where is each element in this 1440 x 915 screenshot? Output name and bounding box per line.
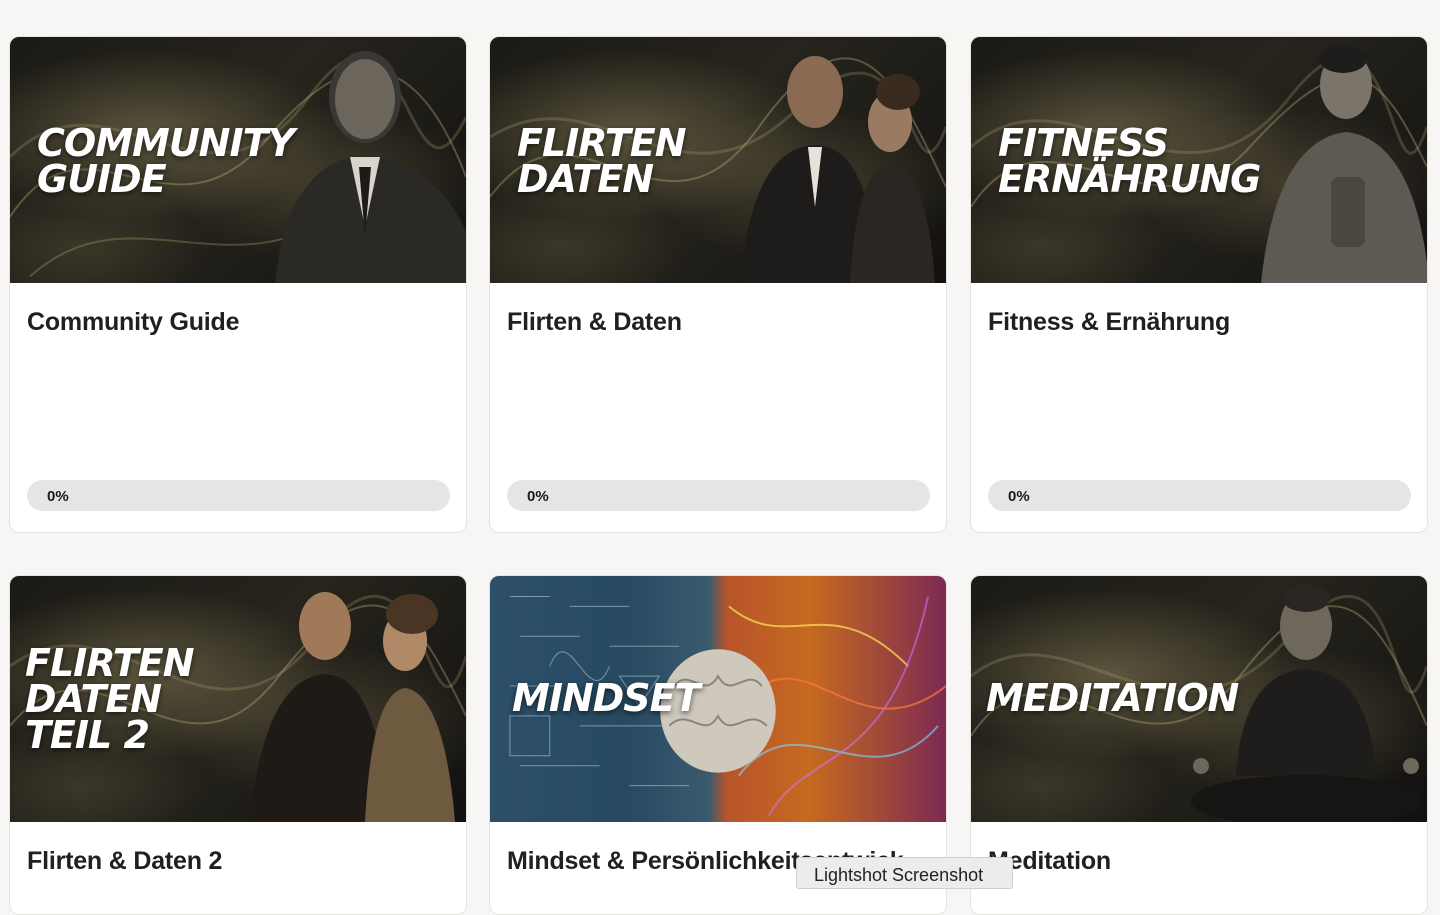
- course-title[interactable]: Fitness & Ernährung: [988, 308, 1230, 337]
- course-card-meditation[interactable]: MEDITATION Meditation: [970, 575, 1428, 915]
- course-thumbnail[interactable]: FLIRTEN DATEN TEIL 2: [10, 576, 466, 822]
- course-thumbnail[interactable]: MINDSET: [490, 576, 946, 822]
- progress-label: 0%: [527, 488, 549, 505]
- thumbnail-title: FLIRTEN DATEN TEIL 2: [25, 641, 195, 757]
- course-title[interactable]: Community Guide: [27, 308, 239, 337]
- course-thumbnail[interactable]: MEDITATION: [971, 576, 1427, 822]
- course-title[interactable]: Flirten & Daten 2: [27, 847, 222, 876]
- course-progress-bar: 0%: [507, 480, 930, 511]
- couple-embracing-image: [740, 56, 935, 283]
- course-thumbnail[interactable]: FLIRTEN DATEN: [490, 37, 946, 283]
- thumbnail-title: MINDSET: [512, 676, 701, 720]
- course-progress-bar: 0%: [988, 480, 1411, 511]
- course-card-flirten-daten-2[interactable]: FLIRTEN DATEN TEIL 2 Flirten & Daten 2: [9, 575, 467, 915]
- course-card-flirten-daten[interactable]: FLIRTEN DATEN Flirten & Daten 0%: [489, 36, 947, 533]
- muscular-man-image: [1261, 45, 1427, 283]
- course-thumbnail[interactable]: FITNESS ERNÄHRUNG: [971, 37, 1427, 283]
- course-card-community-guide[interactable]: COMMUNITY GUIDE Community Guide 0%: [9, 36, 467, 533]
- course-title[interactable]: Flirten & Daten: [507, 308, 682, 337]
- course-card-fitness-ernaehrung[interactable]: FITNESS ERNÄHRUNG Fitness & Ernährung 0%: [970, 36, 1428, 533]
- course-grid: COMMUNITY GUIDE Community Guide 0% FLIRT…: [0, 0, 1440, 915]
- lightshot-tooltip: Lightshot Screenshot: [796, 857, 1013, 889]
- thumbnail-title: FITNESS ERNÄHRUNG: [998, 121, 1261, 201]
- course-thumbnail[interactable]: COMMUNITY GUIDE: [10, 37, 466, 283]
- progress-label: 0%: [1008, 488, 1030, 505]
- thumbnail-title: FLIRTEN DATEN: [517, 121, 687, 201]
- couple-dancing-image: [250, 592, 455, 822]
- course-progress-bar: 0%: [27, 480, 450, 511]
- thumbnail-title: MEDITATION: [986, 676, 1239, 720]
- progress-label: 0%: [47, 488, 69, 505]
- thumbnail-title: COMMUNITY GUIDE: [37, 121, 295, 201]
